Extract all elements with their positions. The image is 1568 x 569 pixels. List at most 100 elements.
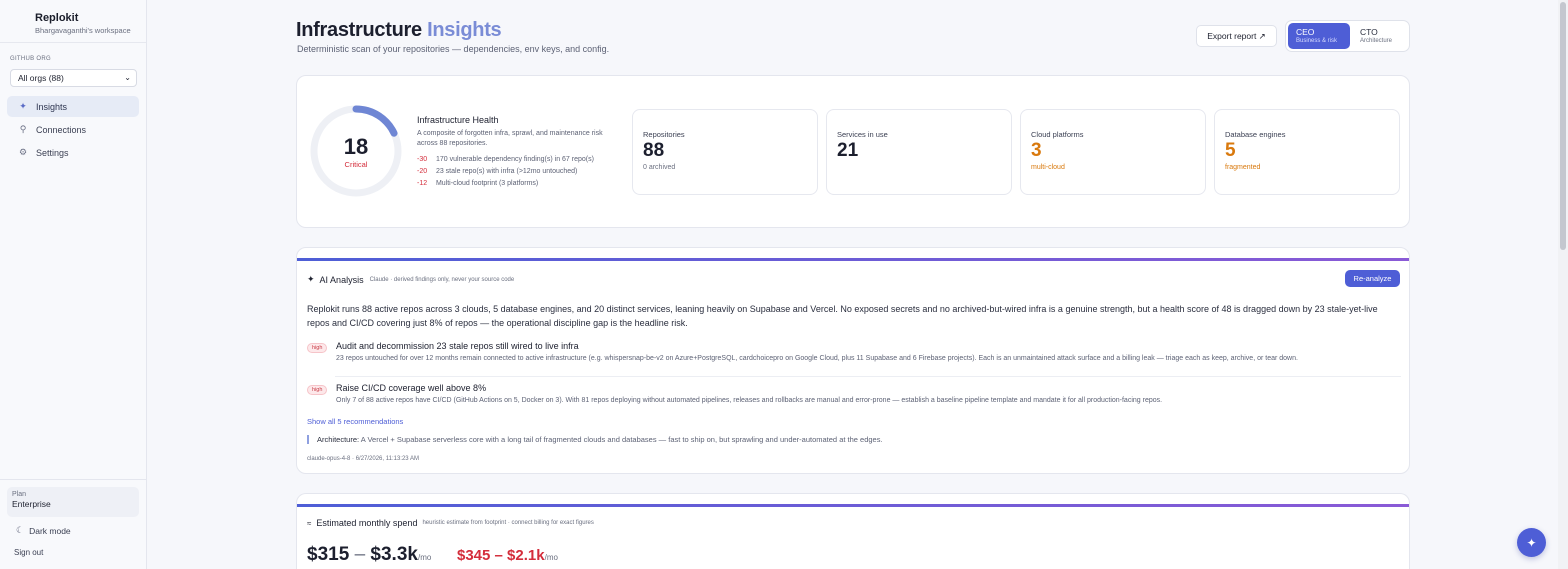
sidebar: Replokit Bhargavaganthi's workspace GITH… xyxy=(0,0,147,569)
stat-note: 0 archived xyxy=(643,164,676,171)
spend-alt-range: $345 – $2.1k/mo xyxy=(457,547,558,564)
health-title: Infrastructure Health xyxy=(417,115,499,125)
org-label: GITHUB ORG xyxy=(10,56,52,62)
stat-value: 21 xyxy=(837,140,859,161)
health-card: 18 Critical Infrastructure Health A comp… xyxy=(296,75,1410,228)
org-select-value: All orgs (88) xyxy=(18,73,64,83)
penalty-points: -12 xyxy=(417,180,428,187)
architecture-note: Architecture: A Vercel + Supabase server… xyxy=(307,435,883,444)
brand: Replokit Bhargavaganthi's workspace xyxy=(0,0,146,43)
spend-sep: – xyxy=(354,544,366,565)
dark-mode-label: Dark mode xyxy=(29,525,71,536)
recommendation-title: Audit and decommission 23 stale repos st… xyxy=(336,341,579,351)
spend-range: $315 – $3.3k/mo xyxy=(307,544,431,566)
brand-name: Replokit xyxy=(35,12,79,24)
sidebar-item-label: Connections xyxy=(36,124,87,135)
stat-label: Services in use xyxy=(837,130,888,139)
reanalyze-button[interactable]: Re-analyze xyxy=(1345,270,1400,287)
priority-badge: high xyxy=(307,385,328,395)
gear-icon: ⚙ xyxy=(18,147,28,157)
stat-value: 88 xyxy=(643,140,665,161)
sign-out-link[interactable]: Sign out xyxy=(14,548,43,557)
sparkle-icon: ✦ xyxy=(1526,535,1537,550)
role-title: CTO xyxy=(1360,27,1378,37)
recommendation-detail: 23 repos untouched for over 12 months re… xyxy=(336,355,1298,362)
stat-label: Database engines xyxy=(1225,130,1286,139)
dark-mode-toggle[interactable]: ☾ Dark mode xyxy=(16,525,71,536)
plan-value: Enterprise xyxy=(12,499,51,509)
sidebar-item-label: Settings xyxy=(36,147,69,158)
ai-meta: claude-opus-4-8 · 6/27/2026, 11:13:23 AM xyxy=(307,456,419,462)
spend-low: $315 xyxy=(307,544,350,565)
sidebar-item-label: Insights xyxy=(36,101,68,112)
export-report-button[interactable]: Export report ↗ xyxy=(1196,25,1277,47)
divider xyxy=(0,479,146,480)
spend-card: ≈ Estimated monthly spend heuristic esti… xyxy=(296,493,1410,569)
penalty-text: Multi-cloud footprint (3 platforms) xyxy=(435,180,539,187)
ai-summary: Replokit runs 88 active repos across 3 c… xyxy=(307,304,1378,328)
sidebar-item-connections[interactable]: ⚲ Connections xyxy=(7,119,139,140)
approx-icon: ≈ xyxy=(307,518,312,528)
spend-per: /mo xyxy=(417,553,432,562)
priority-badge: high xyxy=(307,343,328,353)
health-description: A composite of forgotten infra, sprawl, … xyxy=(417,130,603,147)
page-title: Infrastructure Insights xyxy=(296,19,502,42)
stat-value: 5 xyxy=(1225,140,1236,161)
health-score: 18 xyxy=(343,134,369,159)
ai-header: ✦ AI Analysis Claude · derived findings … xyxy=(307,274,514,285)
stat-label: Repositories xyxy=(643,130,685,139)
spend-alt-value: $345 – $2.1k xyxy=(457,547,545,564)
assistant-fab-button[interactable]: ✦ xyxy=(1517,528,1546,557)
stat-note: multi-cloud xyxy=(1031,164,1065,171)
stat-cloud-platforms: Cloud platforms 3 multi-cloud xyxy=(1020,109,1206,195)
page-subtitle: Deterministic scan of your repositories … xyxy=(297,44,610,54)
sparkle-icon: ✦ xyxy=(307,274,315,284)
sidebar-item-settings[interactable]: ⚙ Settings xyxy=(7,142,139,163)
stat-label: Cloud platforms xyxy=(1031,130,1084,139)
spend-alt-per: /mo xyxy=(544,553,558,562)
spend-subtitle: heuristic estimate from footprint · conn… xyxy=(422,520,594,526)
stat-services: Services in use 21 xyxy=(826,109,1012,195)
ai-title: AI Analysis xyxy=(319,274,364,285)
role-title: CEO xyxy=(1296,27,1315,37)
plug-icon: ⚲ xyxy=(19,124,27,134)
stat-repositories: Repositories 88 0 archived xyxy=(632,109,818,195)
penalty-row: -30 170 vulnerable dependency finding(s)… xyxy=(417,156,594,163)
penalty-text: 170 vulnerable dependency finding(s) in … xyxy=(435,156,594,163)
ai-analysis-card: ✦ AI Analysis Claude · derived findings … xyxy=(296,247,1410,474)
recommendation-detail: Only 7 of 88 active repos have CI/CD (Gi… xyxy=(336,397,1163,404)
penalty-row: -12 Multi-cloud footprint (3 platforms) xyxy=(417,180,538,187)
org-select[interactable]: All orgs (88) ⌄ xyxy=(10,69,137,87)
scrollbar[interactable] xyxy=(1558,0,1568,569)
stat-note: fragmented xyxy=(1225,164,1261,171)
sparkle-icon: ✦ xyxy=(19,101,27,111)
divider xyxy=(335,376,1401,377)
architecture-text: A Vercel + Supabase serverless core with… xyxy=(360,435,883,444)
role-cto-button[interactable]: CTO Architecture xyxy=(1352,23,1414,49)
spend-title: Estimated monthly spend xyxy=(316,518,418,528)
ai-subtitle: Claude · derived findings only, never yo… xyxy=(369,276,515,283)
spend-high: $3.3k xyxy=(370,544,418,565)
chevron-down-icon: ⌄ xyxy=(124,73,131,82)
scroll-thumb[interactable] xyxy=(1560,2,1566,250)
role-ceo-button[interactable]: CEO Business & risk xyxy=(1288,23,1350,49)
show-all-recommendations-link[interactable]: Show all 5 recommendations xyxy=(307,417,403,426)
page-title-accent: Insights xyxy=(427,19,502,41)
architecture-label: Architecture: xyxy=(317,435,360,444)
stat-database-engines: Database engines 5 fragmented xyxy=(1214,109,1400,195)
plan-box: Plan Enterprise xyxy=(7,487,139,517)
penalty-text: 23 stale repo(s) with infra (>12mo untou… xyxy=(435,168,578,175)
role-subtitle: Architecture xyxy=(1360,38,1393,44)
plan-label: Plan xyxy=(12,491,27,498)
spend-header: ≈ Estimated monthly spend heuristic esti… xyxy=(307,518,594,528)
sidebar-item-insights[interactable]: ✦ Insights xyxy=(7,96,139,117)
page-title-main: Infrastructure xyxy=(296,19,422,41)
accent-bar xyxy=(297,258,1409,261)
accent-bar xyxy=(297,504,1409,507)
workspace-name: Bhargavaganthi's workspace xyxy=(35,26,131,35)
role-toggle: CEO Business & risk CTO Architecture xyxy=(1285,20,1410,52)
moon-icon: ☾ xyxy=(16,525,25,535)
health-status: Critical xyxy=(344,160,368,169)
penalty-points: -20 xyxy=(417,168,428,175)
recommendation-title: Raise CI/CD coverage well above 8% xyxy=(336,383,487,393)
